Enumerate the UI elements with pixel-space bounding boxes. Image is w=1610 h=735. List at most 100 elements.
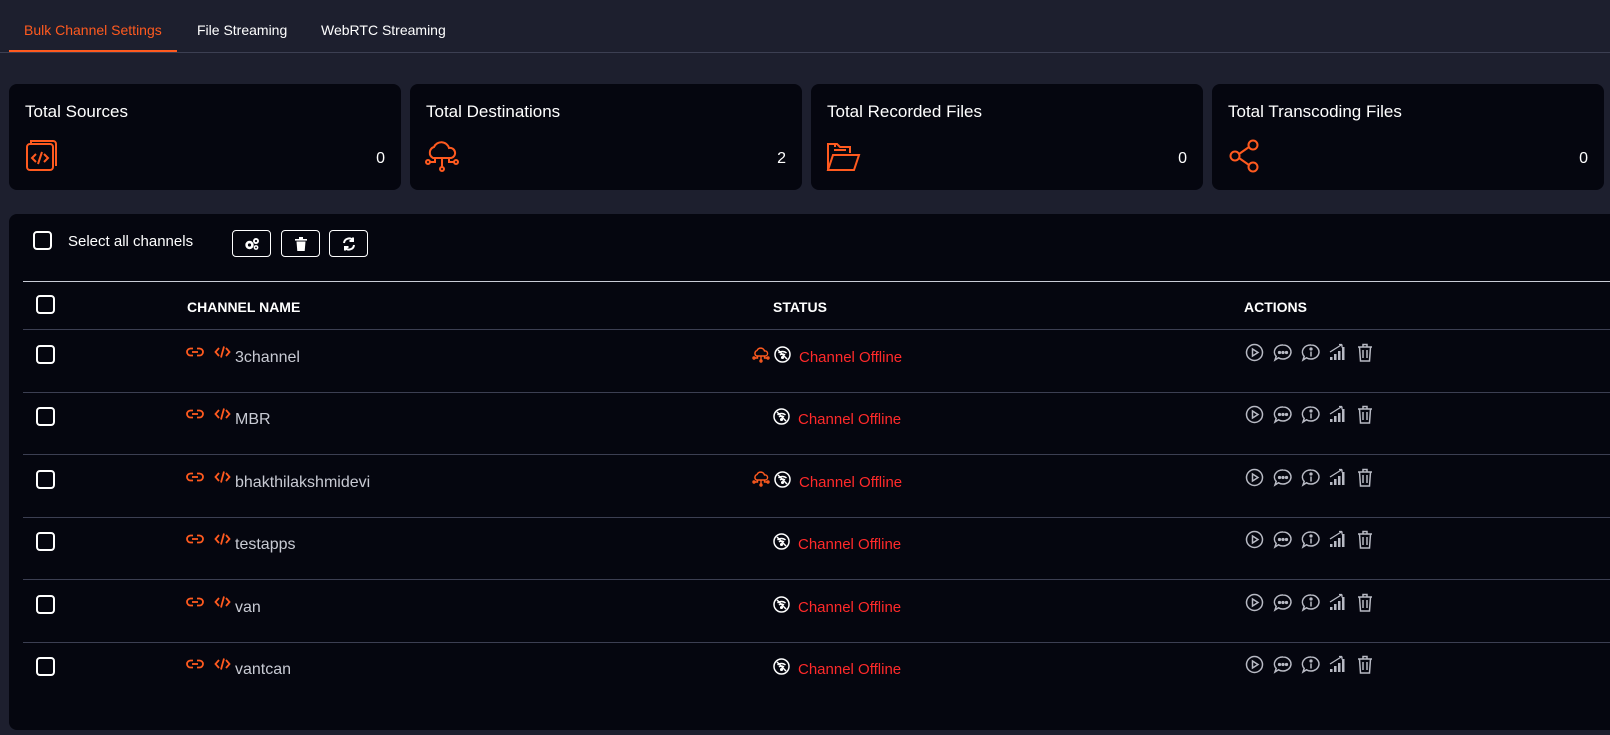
stats-button[interactable] — [1329, 405, 1349, 425]
link-icon — [186, 470, 204, 490]
tab-bulk-channel-settings[interactable]: Bulk Channel Settings — [24, 22, 162, 38]
embed-code-button[interactable] — [214, 532, 234, 552]
info-button[interactable] — [1301, 405, 1321, 425]
embed-code-button[interactable] — [214, 407, 234, 427]
channel-name[interactable]: testapps — [235, 536, 295, 554]
play-button[interactable] — [1245, 343, 1265, 363]
stats-button[interactable] — [1329, 343, 1349, 363]
bulk-settings-button[interactable] — [232, 230, 271, 257]
trash-icon — [1357, 530, 1373, 550]
channel-name[interactable]: bhakthilakshmidevi — [235, 474, 370, 492]
row-checkbox[interactable] — [36, 532, 55, 552]
channel-name[interactable]: van — [235, 599, 261, 617]
copy-link-button[interactable] — [186, 595, 206, 615]
play-button[interactable] — [1245, 405, 1265, 425]
play-icon — [1245, 343, 1264, 363]
copy-link-button[interactable] — [186, 345, 206, 365]
link-icon — [186, 595, 204, 615]
row-checkbox[interactable] — [36, 594, 55, 614]
channel-name[interactable]: MBR — [235, 411, 271, 429]
trash-icon — [1357, 593, 1373, 613]
tab-webrtc-streaming[interactable]: WebRTC Streaming — [321, 22, 446, 38]
stats-button[interactable] — [1329, 468, 1349, 488]
trash-icon — [1357, 405, 1373, 425]
info-button[interactable] — [1301, 343, 1321, 363]
chat-icon — [1273, 405, 1293, 425]
table-row: MBR Channel Offline — [9, 392, 1610, 456]
channel-name[interactable]: vantcan — [235, 661, 291, 679]
copy-link-button[interactable] — [186, 407, 206, 427]
info-button[interactable] — [1301, 468, 1321, 488]
stats-button[interactable] — [1329, 593, 1349, 613]
info-button[interactable] — [1301, 655, 1321, 675]
info-icon — [1301, 655, 1321, 675]
delete-button[interactable] — [1357, 405, 1377, 425]
embed-code-button[interactable] — [214, 345, 234, 365]
row-checkbox[interactable] — [36, 657, 55, 676]
row-checkbox[interactable] — [36, 407, 55, 427]
copy-link-button[interactable] — [186, 657, 206, 677]
stats-button[interactable] — [1329, 655, 1349, 675]
play-button[interactable] — [1245, 655, 1265, 675]
select-all-label: Select all channels — [68, 233, 194, 250]
row-actions — [1245, 405, 1377, 425]
status-text: Channel Offline — [799, 349, 903, 366]
info-button[interactable] — [1301, 593, 1321, 613]
status-text: Channel Offline — [798, 598, 902, 616]
play-button[interactable] — [1245, 530, 1265, 550]
toolbar-divider — [23, 281, 1610, 282]
channel-name[interactable]: 3channel — [235, 349, 300, 367]
card-value: 0 — [1579, 150, 1588, 167]
row-actions — [1245, 655, 1377, 675]
embed-code-button[interactable] — [214, 595, 234, 615]
active-tab-indicator — [9, 50, 177, 52]
embed-code-button[interactable] — [214, 657, 234, 677]
delete-button[interactable] — [1357, 468, 1377, 488]
chat-icon — [1273, 468, 1293, 488]
copy-link-button[interactable] — [186, 532, 206, 552]
bulk-delete-button[interactable] — [281, 230, 320, 257]
card-value: 2 — [777, 150, 786, 167]
play-button[interactable] — [1245, 468, 1265, 488]
copy-link-button[interactable] — [186, 470, 206, 490]
play-icon — [1245, 655, 1264, 675]
trash-icon — [1357, 343, 1373, 363]
signal-bars-icon — [1329, 343, 1347, 363]
channel-status: Channel Offline — [773, 655, 901, 678]
tab-bar: Bulk Channel Settings File Streaming Web… — [0, 0, 1610, 53]
play-button[interactable] — [1245, 593, 1265, 613]
channel-status: Channel Offline — [773, 405, 901, 428]
chat-button[interactable] — [1273, 405, 1293, 425]
chat-button[interactable] — [1273, 593, 1293, 613]
link-icon — [186, 345, 204, 365]
source-code-book-icon — [23, 138, 59, 174]
channel-table-panel: Select all channels CHANNEL NAME STATUS … — [9, 214, 1610, 730]
card-total-destinations: Total Destinations 2 — [410, 84, 802, 190]
tab-file-streaming[interactable]: File Streaming — [197, 22, 287, 38]
row-checkbox[interactable] — [36, 469, 55, 489]
stats-button[interactable] — [1329, 530, 1349, 550]
offline-signal-icon — [774, 346, 791, 363]
code-icon — [214, 407, 231, 427]
cloud-network-icon — [424, 138, 460, 174]
embed-code-button[interactable] — [214, 470, 234, 490]
offline-signal-icon — [774, 471, 791, 488]
chat-button[interactable] — [1273, 468, 1293, 488]
header-checkbox[interactable] — [36, 295, 55, 314]
info-button[interactable] — [1301, 530, 1321, 550]
row-checkbox[interactable] — [36, 345, 55, 364]
delete-button[interactable] — [1357, 655, 1377, 675]
chat-button[interactable] — [1273, 530, 1293, 550]
code-icon — [214, 345, 231, 365]
delete-button[interactable] — [1357, 530, 1377, 550]
refresh-button[interactable] — [329, 230, 368, 257]
card-total-recorded-files: Total Recorded Files 0 — [811, 84, 1203, 190]
row-actions — [1245, 343, 1377, 363]
info-icon — [1301, 343, 1321, 363]
delete-button[interactable] — [1357, 343, 1377, 363]
select-all-checkbox[interactable] — [33, 231, 52, 250]
chat-button[interactable] — [1273, 343, 1293, 363]
chat-icon — [1273, 343, 1293, 363]
chat-button[interactable] — [1273, 655, 1293, 675]
delete-button[interactable] — [1357, 593, 1377, 613]
